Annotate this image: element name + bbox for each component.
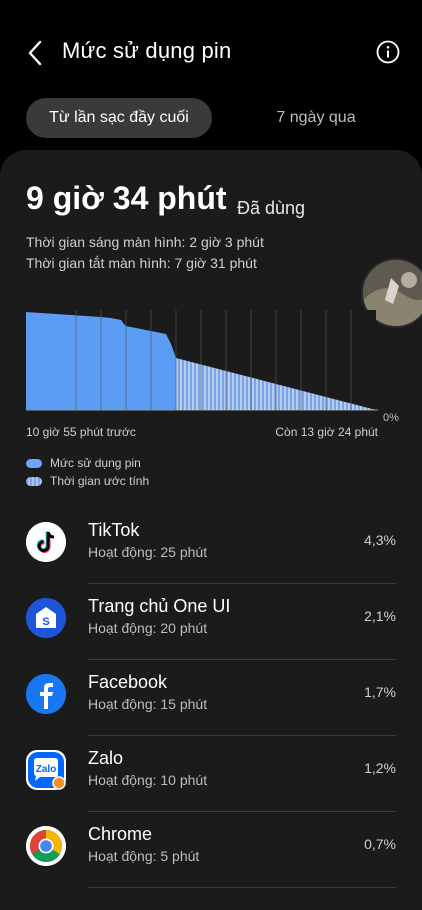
legend-usage-swatch [26,458,42,468]
legend-estimate: Thời gian ước tính [26,472,149,490]
svg-text:S: S [42,616,49,628]
app-percent: 1,7% [364,684,396,700]
app-row-chrome[interactable]: Chrome Hoạt động: 5 phút 0,7% [0,812,422,888]
app-name: Chrome [88,824,153,844]
battery-usage-chart [26,310,378,411]
app-row-one-ui-home[interactable]: S Trang chủ One UI Hoạt động: 20 phút 2,… [0,584,422,660]
used-label: Đã dùng [237,198,306,218]
facebook-icon [26,674,66,714]
divider [88,887,396,888]
app-percent: 4,3% [364,532,396,548]
info-icon[interactable] [376,40,400,64]
chart-start-label: 10 giờ 55 phút trước [26,425,136,439]
legend-estimate-swatch [26,476,42,486]
app-name: Trang chủ One UI [88,596,231,616]
app-active-time: Hoạt động: 10 phút [88,772,208,788]
back-arrow-icon[interactable] [24,38,48,68]
app-name: TikTok [88,520,140,540]
app-row-facebook[interactable]: Facebook Hoạt động: 15 phút 1,7% [0,660,422,736]
legend-usage-label: Mức sử dụng pin [50,456,141,470]
app-row-zalo[interactable]: Zalo Zalo Hoạt động: 10 phút 1,2% [0,736,422,812]
page-title: Mức sử dụng pin [62,38,232,63]
app-active-time: Hoạt động: 15 phút [88,696,208,712]
app-row-tiktok[interactable]: TikTok Hoạt động: 25 phút 4,3% [0,508,422,584]
legend-estimate-label: Thời gian ước tính [50,474,150,488]
chart-percent-label: 0% [383,412,399,424]
period-tabs: Từ lần sạc đầy cuối 7 ngày qua [26,98,396,140]
app-percent: 2,1% [364,608,396,624]
tab-last-7-days[interactable]: 7 ngày qua [241,98,391,138]
app-active-time: Hoạt động: 5 phút [88,848,200,864]
app-active-time: Hoạt động: 20 phút [88,620,208,636]
zalo-icon: Zalo [26,750,66,790]
app-active-time: Hoạt động: 25 phút [88,544,208,560]
header: Mức sử dụng pin [0,0,422,100]
screen-off-time: Thời gian tắt màn hình: 7 giờ 31 phút [26,255,257,271]
legend-usage: Mức sử dụng pin [26,454,149,472]
app-percent: 0,7% [364,836,396,852]
app-name: Facebook [88,672,168,692]
used-time: 9 giờ 34 phút [26,180,227,216]
app-percent: 1,2% [364,760,396,776]
chart-legend: Mức sử dụng pin Thời gian ước tính [26,454,149,490]
chart-end-label: Còn 13 giờ 24 phút [275,425,378,439]
screen-on-time: Thời gian sáng màn hình: 2 giờ 3 phút [26,234,264,250]
tiktok-icon [26,522,66,562]
tab-since-full-charge[interactable]: Từ lần sạc đầy cuối [26,98,212,138]
app-usage-list: TikTok Hoạt động: 25 phút 4,3% S Trang c… [0,508,422,888]
battery-usage-card: 9 giờ 34 phút Đã dùng Thời gian sáng màn… [0,150,422,910]
chrome-icon [26,826,66,866]
one-ui-home-icon: S [26,598,66,638]
app-name: Zalo [88,748,124,768]
svg-text:Zalo: Zalo [36,764,57,775]
